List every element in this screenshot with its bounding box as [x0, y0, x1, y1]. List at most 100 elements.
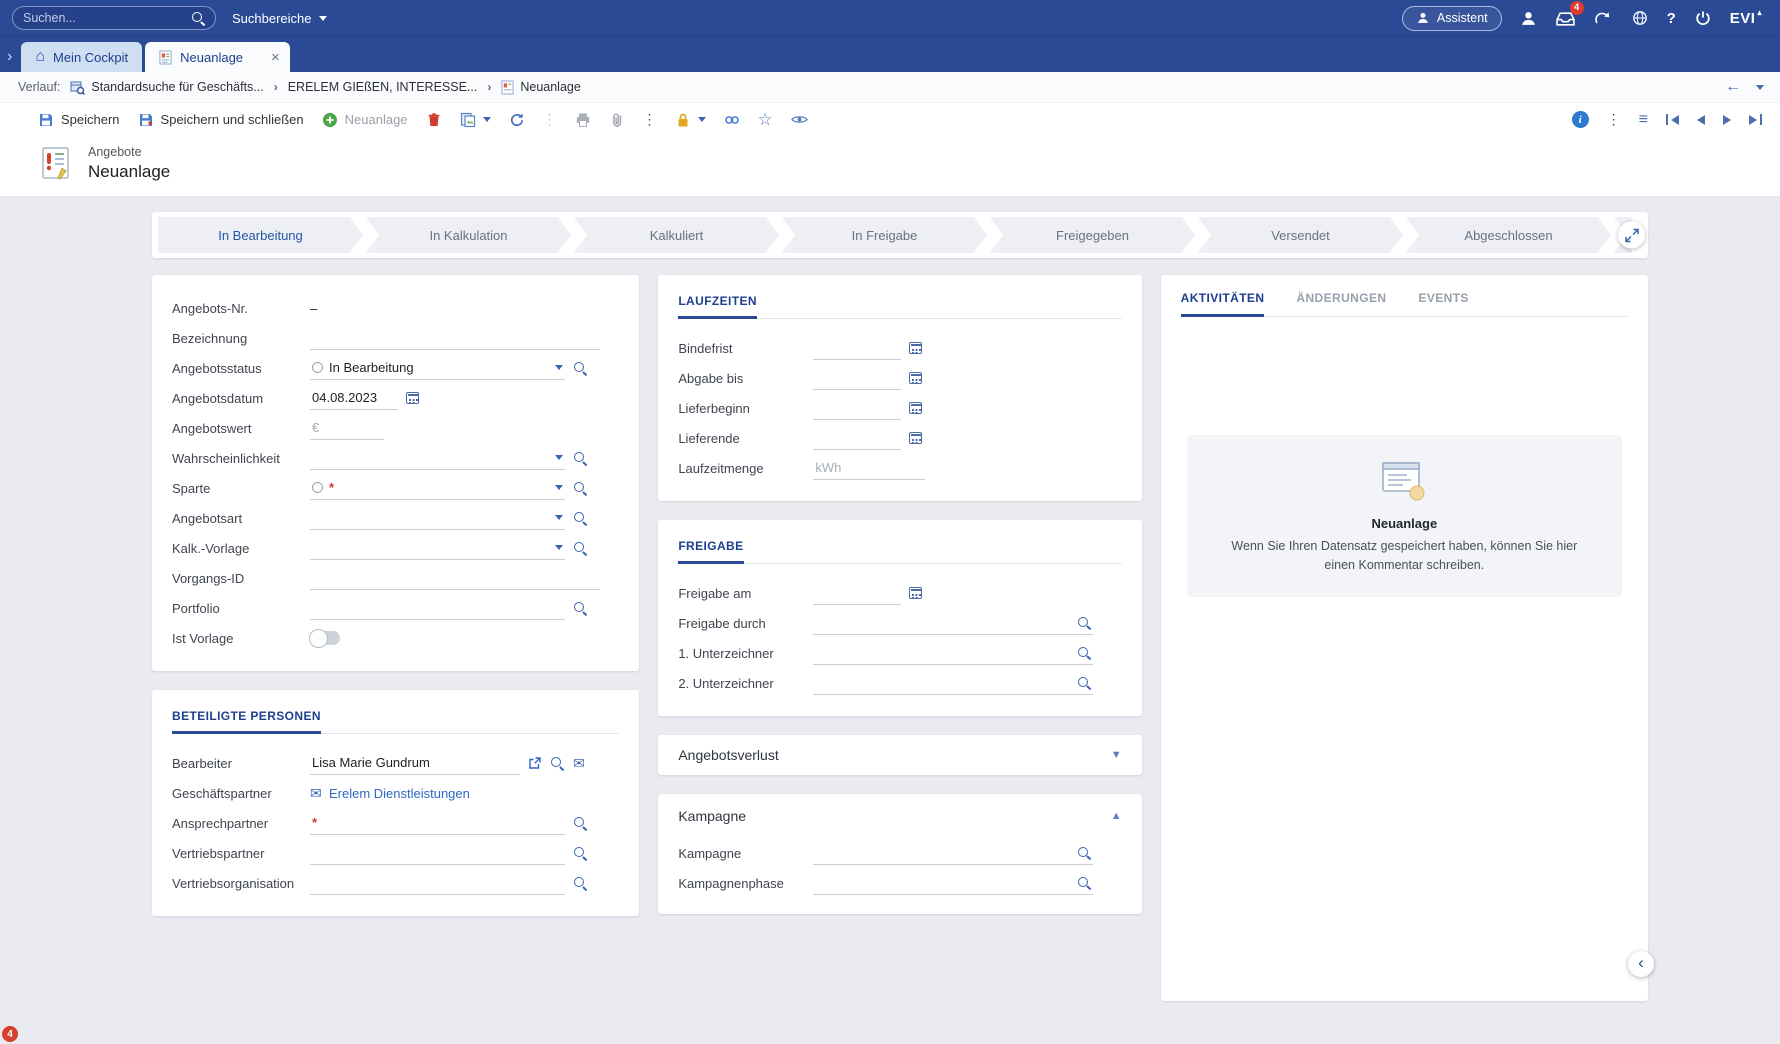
- globe-icon[interactable]: [1630, 8, 1650, 28]
- tab-aenderungen[interactable]: ÄNDERUNGEN: [1296, 291, 1386, 316]
- calendar-icon[interactable]: [406, 392, 419, 404]
- breadcrumb-item-search[interactable]: Standardsuche für Geschäfts...: [70, 80, 263, 95]
- assistant-button[interactable]: Assistent: [1402, 6, 1502, 31]
- search-scopes-dropdown[interactable]: Suchbereiche: [232, 11, 327, 26]
- sparte-field[interactable]: [340, 480, 549, 495]
- process-step-kalkuliert[interactable]: Kalkuliert: [574, 217, 779, 253]
- search-icon[interactable]: [573, 876, 587, 890]
- process-step-versendet[interactable]: Versendet: [1198, 217, 1403, 253]
- mail-icon[interactable]: ✉: [310, 786, 322, 800]
- favorite-star-icon[interactable]: ☆: [758, 111, 773, 128]
- unterzeichner-1-field[interactable]: [815, 645, 1071, 660]
- close-icon[interactable]: ×: [271, 50, 280, 65]
- freigabe-am-input[interactable]: [813, 581, 901, 605]
- redo-icon[interactable]: [1593, 8, 1613, 28]
- search-icon[interactable]: [573, 361, 587, 375]
- ansprechpartner-field[interactable]: [323, 815, 563, 830]
- watch-button[interactable]: [791, 114, 808, 125]
- search-input[interactable]: [23, 11, 185, 25]
- tab-mein-cockpit[interactable]: ⌂ Mein Cockpit: [21, 42, 142, 72]
- search-icon[interactable]: [191, 11, 205, 25]
- save-button[interactable]: Speichern: [38, 112, 120, 128]
- kalk-vorlage-field[interactable]: [312, 540, 549, 555]
- bezeichnung-field[interactable]: [312, 330, 598, 345]
- print-button[interactable]: [575, 112, 591, 128]
- vorgangs-id-field[interactable]: [312, 570, 598, 585]
- angebotsart-field[interactable]: [312, 510, 549, 525]
- calendar-icon[interactable]: [909, 402, 922, 414]
- tab-aktivitaeten[interactable]: AKTIVITÄTEN: [1181, 291, 1265, 317]
- sparte-radio-icon[interactable]: [312, 482, 323, 493]
- search-icon[interactable]: [1077, 646, 1091, 660]
- chevron-down-icon[interactable]: [483, 117, 491, 122]
- search-icon[interactable]: [573, 451, 587, 465]
- angebotsstatus-input[interactable]: In Bearbeitung: [310, 356, 565, 380]
- angebotsverlust-header[interactable]: Angebotsverlust ▼: [678, 747, 1121, 763]
- vorgangs-id-input[interactable]: [310, 566, 600, 590]
- unterzeichner-2-field[interactable]: [815, 675, 1071, 690]
- lieferende-field[interactable]: [815, 430, 899, 445]
- sparte-input[interactable]: *: [310, 476, 565, 500]
- refresh-button[interactable]: [509, 112, 525, 128]
- search-icon[interactable]: [1077, 876, 1091, 890]
- search-icon[interactable]: [573, 481, 587, 495]
- abgabe-bis-input[interactable]: [813, 366, 901, 390]
- lieferbeginn-field[interactable]: [815, 400, 899, 415]
- angebotsart-input[interactable]: [310, 506, 565, 530]
- power-icon[interactable]: [1693, 8, 1713, 28]
- portfolio-field[interactable]: [312, 600, 563, 615]
- nav-next-button[interactable]: [1723, 115, 1731, 125]
- kampagne-input[interactable]: [813, 841, 1093, 865]
- ansprechpartner-input[interactable]: *: [310, 811, 565, 835]
- corner-notification-badge[interactable]: 4: [2, 1026, 18, 1042]
- help-icon[interactable]: ?: [1667, 10, 1676, 27]
- mail-icon[interactable]: ✉: [573, 756, 585, 770]
- vertriebsorganisation-field[interactable]: [312, 875, 563, 890]
- angebotsdatum-field[interactable]: [312, 390, 396, 405]
- list-view-icon[interactable]: ≡: [1639, 111, 1648, 129]
- search-icon[interactable]: [573, 816, 587, 830]
- search-icon[interactable]: [573, 511, 587, 525]
- process-step-in-bearbeitung[interactable]: In Bearbeitung: [158, 217, 363, 253]
- wahrscheinlichkeit-field[interactable]: [312, 450, 549, 465]
- delete-button[interactable]: [426, 112, 442, 128]
- unterzeichner-1-input[interactable]: [813, 641, 1093, 665]
- search-icon[interactable]: [573, 601, 587, 615]
- kampagnenphase-field[interactable]: [815, 875, 1071, 890]
- breadcrumb-item-partner[interactable]: ERELEM GIEßEN, INTERESSE...: [288, 80, 478, 94]
- chevron-down-icon[interactable]: [555, 515, 563, 520]
- geschaeftspartner-link[interactable]: Erelem Dienstleistungen: [329, 786, 470, 801]
- info-icon[interactable]: i: [1572, 111, 1589, 128]
- tab-events[interactable]: EVENTS: [1418, 291, 1468, 316]
- chevron-down-icon[interactable]: [555, 365, 563, 370]
- calendar-icon[interactable]: [909, 432, 922, 444]
- overflow-dots-icon[interactable]: ⋮: [1607, 111, 1621, 128]
- wahrscheinlichkeit-input[interactable]: [310, 446, 565, 470]
- freigabe-am-field[interactable]: [815, 585, 899, 600]
- chevron-down-icon[interactable]: ▼: [1111, 749, 1122, 761]
- abgabe-bis-field[interactable]: [815, 370, 899, 385]
- laufzeitmenge-field[interactable]: [815, 460, 923, 475]
- freigabe-durch-field[interactable]: [815, 615, 1071, 630]
- lieferbeginn-input[interactable]: [813, 396, 901, 420]
- search-icon[interactable]: [1077, 846, 1091, 860]
- process-step-in-kalkulation[interactable]: In Kalkulation: [366, 217, 571, 253]
- notifications-icon[interactable]: 4: [1556, 8, 1576, 28]
- kalk-vorlage-input[interactable]: [310, 536, 565, 560]
- portfolio-input[interactable]: [310, 596, 565, 620]
- global-search[interactable]: [12, 6, 216, 30]
- chevron-down-icon[interactable]: [555, 485, 563, 490]
- nav-first-button[interactable]: [1666, 114, 1679, 125]
- angebotswert-input[interactable]: [310, 416, 384, 440]
- unterzeichner-2-input[interactable]: [813, 671, 1093, 695]
- search-icon[interactable]: [573, 846, 587, 860]
- new-record-button[interactable]: Neuanlage: [322, 112, 408, 128]
- angebotsdatum-input[interactable]: [310, 386, 398, 410]
- search-icon[interactable]: [573, 541, 587, 555]
- chevron-down-icon[interactable]: [555, 455, 563, 460]
- chevron-down-icon[interactable]: [555, 545, 563, 550]
- bezeichnung-input[interactable]: [310, 326, 600, 350]
- search-icon[interactable]: [1077, 616, 1091, 630]
- process-step-abgeschlossen[interactable]: Abgeschlossen: [1406, 217, 1611, 253]
- link-button[interactable]: [724, 112, 740, 128]
